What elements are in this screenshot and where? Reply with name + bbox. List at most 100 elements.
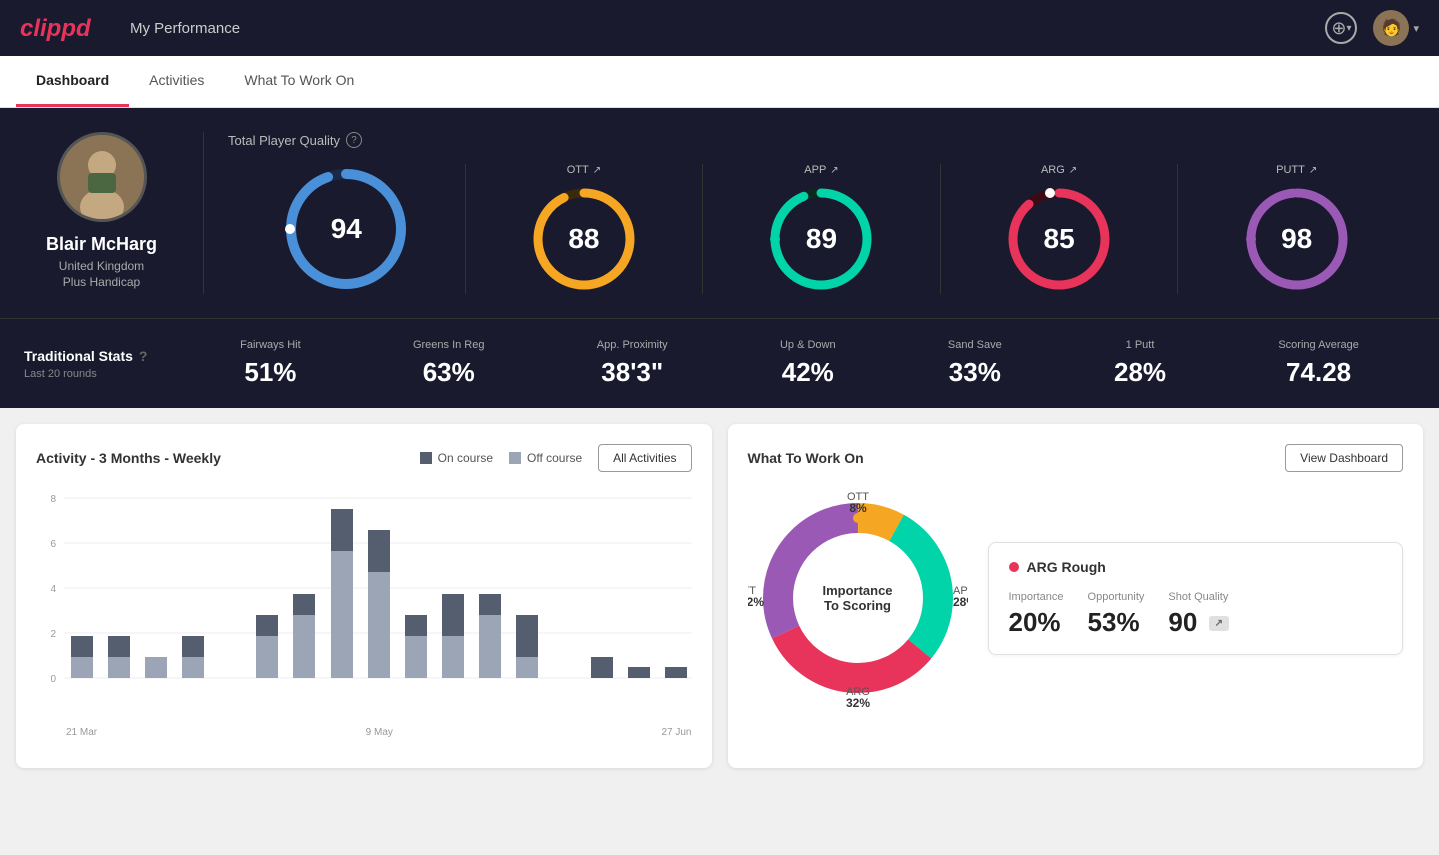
card-dot-icon [1009, 562, 1019, 572]
legend-on-course: On course [420, 451, 493, 465]
bar-on-course [628, 667, 650, 678]
bar-on-course [405, 615, 427, 636]
app-gauge-item: APP ↗ 89 [703, 164, 941, 294]
help-icon[interactable]: ? [346, 132, 362, 148]
svg-text:4: 4 [50, 584, 56, 595]
donut-line2: To Scoring [822, 598, 892, 613]
bar-stack[interactable] [331, 509, 353, 678]
work-content: OTT 8% APP 28% ARG 32% PUTT 32% Importan… [748, 488, 1404, 708]
tab-activities[interactable]: Activities [129, 56, 224, 107]
legend-off-course: Off course [509, 451, 582, 465]
metric-importance-value: 20% [1009, 607, 1064, 638]
bar-group [252, 488, 283, 678]
work-panel-title: What To Work On [748, 450, 864, 466]
tab-what-to-work-on[interactable]: What To Work On [224, 56, 374, 107]
stat-putt: 1 Putt 28% [1114, 339, 1166, 388]
metric-importance: Importance 20% [1009, 591, 1064, 638]
stat-fairways-value: 51% [240, 357, 301, 388]
stats-label-area: Traditional Stats ? Last 20 rounds [24, 348, 184, 380]
metric-shot-quality: Shot Quality 90 ↗ [1168, 591, 1229, 638]
bar-off-course [479, 615, 501, 678]
bar-group [549, 488, 580, 678]
bar-stack[interactable] [479, 594, 501, 678]
add-button[interactable]: ⊕ ▾ [1325, 12, 1357, 44]
header-left: clippd My Performance [20, 14, 240, 42]
bar-stack[interactable] [516, 615, 538, 678]
bar-group [66, 488, 97, 678]
bar-group [103, 488, 134, 678]
metric-shot-quality-value: 90 ↗ [1168, 607, 1229, 638]
bar-on-course [368, 530, 390, 572]
view-dashboard-button[interactable]: View Dashboard [1285, 444, 1403, 472]
bar-on-course [516, 615, 538, 657]
all-activities-button[interactable]: All Activities [598, 444, 691, 472]
bar-on-course [108, 636, 130, 657]
bar-stack[interactable] [145, 657, 167, 678]
bar-off-course [145, 657, 167, 678]
bar-stack[interactable] [256, 615, 278, 678]
bar-group [289, 488, 320, 678]
stats-label: Traditional Stats ? [24, 348, 184, 364]
arg-gauge-item: ARG ↗ 85 [941, 164, 1179, 294]
main-gauge-item: 94 [228, 164, 466, 294]
putt-gauge-item: PUTT ↗ 98 [1178, 164, 1415, 294]
bar-group [475, 488, 506, 678]
bar-stack[interactable] [665, 667, 687, 678]
bar-off-course [182, 657, 204, 678]
bar-on-course [256, 615, 278, 636]
ott-arrow-icon: ↗ [593, 165, 601, 176]
bar-off-course [442, 636, 464, 678]
activity-panel: Activity - 3 Months - Weekly On course O… [16, 424, 712, 768]
app-label: APP ↗ [804, 164, 838, 176]
bar-group [586, 488, 617, 678]
bar-stack[interactable] [628, 667, 650, 678]
bar-off-course [331, 551, 353, 678]
bar-stack[interactable] [108, 636, 130, 678]
donut-center-text: Importance To Scoring [822, 583, 892, 613]
stat-proximity-value: 38'3" [597, 357, 668, 388]
on-course-legend-box [420, 452, 432, 464]
bar-stack[interactable] [71, 636, 93, 678]
bar-on-course [71, 636, 93, 657]
stat-greens: Greens In Reg 63% [413, 339, 485, 388]
ott-gauge: 88 [529, 184, 639, 294]
shot-quality-badge: ↗ [1209, 616, 1229, 631]
bar-stack[interactable] [293, 594, 315, 678]
bar-stack[interactable] [405, 615, 427, 678]
stat-scoring-label: Scoring Average [1278, 339, 1359, 351]
stat-greens-value: 63% [413, 357, 485, 388]
player-name: Blair McHarg [46, 234, 157, 255]
nav-tabs: Dashboard Activities What To Work On [0, 56, 1439, 108]
bar-stack[interactable] [591, 657, 613, 678]
svg-text:28%: 28% [953, 595, 968, 609]
bar-on-course [331, 509, 353, 551]
putt-gauge: 98 [1242, 184, 1352, 294]
bar-on-course [479, 594, 501, 615]
player-handicap: Plus Handicap [63, 275, 140, 289]
svg-text:32%: 32% [845, 696, 869, 708]
stat-fairways-label: Fairways Hit [240, 339, 301, 351]
plus-icon: ⊕ [1331, 18, 1346, 39]
ott-value: 88 [568, 223, 599, 255]
tab-dashboard[interactable]: Dashboard [16, 56, 129, 107]
arg-value: 85 [1044, 223, 1075, 255]
app-gauge: 89 [766, 184, 876, 294]
bar-stack[interactable] [442, 594, 464, 678]
stat-scoring: Scoring Average 74.28 [1278, 339, 1359, 388]
bar-stack[interactable] [368, 530, 390, 678]
putt-arrow-icon: ↗ [1309, 165, 1317, 176]
svg-text:clippd: clippd [20, 15, 92, 42]
metric-opportunity: Opportunity 53% [1088, 591, 1145, 638]
bar-stack[interactable] [182, 636, 204, 678]
bar-off-course [293, 615, 315, 678]
bar-group [326, 488, 357, 678]
svg-text:2: 2 [50, 629, 56, 640]
stat-sand: Sand Save 33% [948, 339, 1002, 388]
putt-label: PUTT ↗ [1276, 164, 1317, 176]
bar-group [660, 488, 691, 678]
user-menu[interactable]: 🧑 ▾ [1373, 10, 1419, 46]
stats-help-icon[interactable]: ? [139, 348, 148, 364]
player-info: Blair McHarg United Kingdom Plus Handica… [24, 132, 204, 294]
bar-off-course [108, 657, 130, 678]
bar-group [437, 488, 468, 678]
